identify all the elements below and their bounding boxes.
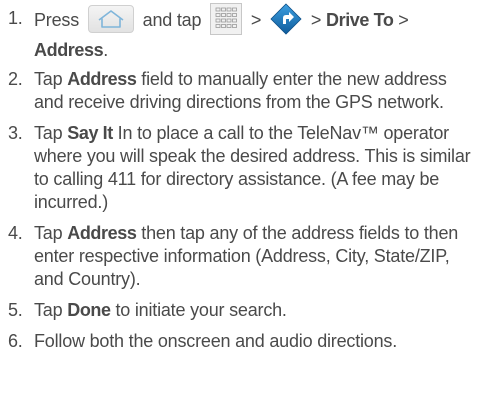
tap-text: Tap: [34, 223, 63, 243]
applications-grid-icon: [210, 3, 243, 35]
step-4: 4. Tap Address then tap any of the addre…: [8, 222, 478, 291]
drive-to-label: Drive To: [325, 9, 394, 30]
instruction-page: 1. Press and tap > > Drive To > Address.…: [0, 0, 485, 397]
home-icon: [87, 5, 134, 33]
step-2: 2. Tap Address field to manually enter t…: [8, 68, 478, 114]
steps-list: 1. Press and tap > > Drive To > Address.…: [8, 3, 478, 361]
step-number: 5.: [8, 300, 23, 320]
tap-text: Tap: [34, 123, 63, 143]
tap-text: Tap: [34, 300, 63, 320]
step-6: 6. Follow both the onscreen and audio di…: [8, 330, 478, 353]
address-label: Address: [67, 223, 137, 243]
step-text: Follow both the onscreen and audio direc…: [34, 331, 398, 351]
step-5: 5. Tap Done to initiate your search.: [8, 299, 478, 322]
tap-text: Tap: [34, 69, 63, 89]
period: .: [103, 40, 109, 60]
separator-gt: >: [310, 9, 322, 30]
and-tap-text: and tap: [142, 9, 202, 30]
separator-gt: >: [250, 9, 262, 30]
address-label: Address: [34, 40, 104, 60]
separator-gt: >: [398, 9, 409, 30]
address-field-label: Address: [67, 69, 137, 89]
step-number: 2.: [8, 69, 23, 89]
done-label: Done: [67, 300, 111, 320]
step-number: 3.: [8, 123, 23, 143]
step-text: to initiate your search.: [110, 300, 287, 320]
step-number: 4.: [8, 223, 23, 243]
step-1: 1. Press and tap > > Drive To > Address.: [8, 3, 478, 63]
say-it-label: Say It: [67, 123, 113, 143]
step-number: 1.: [8, 8, 23, 28]
step-number: 6.: [8, 331, 23, 351]
press-text: Press: [34, 9, 80, 30]
step-3: 3. Tap Say It In to place a call to the …: [8, 122, 478, 214]
navigator-icon: [270, 3, 302, 35]
